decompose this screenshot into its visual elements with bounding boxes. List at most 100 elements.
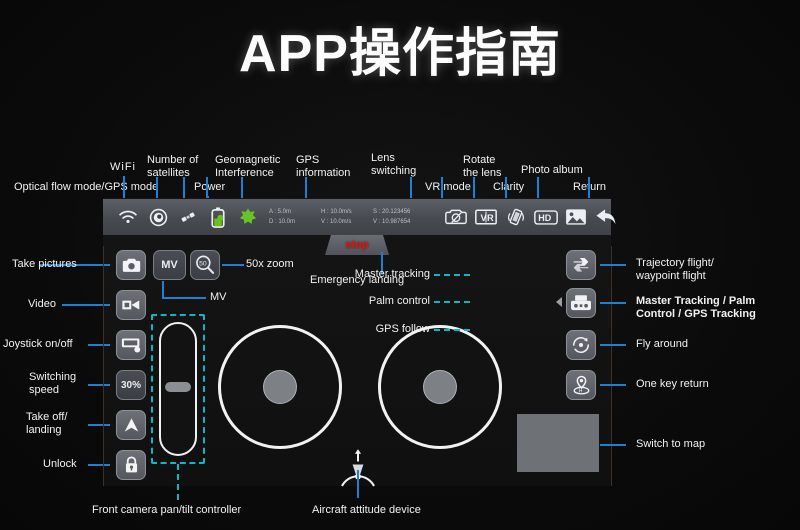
poster-root: APP操作指南 Optical flow mode/GPS mode WiFi … [0, 0, 800, 530]
leader-zoom [222, 264, 244, 266]
pan-tilt-slider-thumb[interactable] [165, 382, 191, 392]
label-video: Video [28, 298, 56, 310]
leader-satellites [183, 177, 185, 199]
label-switch-to-map: Switch to map [636, 438, 706, 450]
panel-expand-caret[interactable] [556, 297, 562, 307]
magnifier-50x-icon: 50 [196, 255, 215, 274]
leader-power2 [206, 177, 208, 199]
leader-mv-h [162, 297, 206, 299]
photo-album-icon[interactable] [561, 202, 591, 232]
rotate-lens-icon[interactable] [501, 202, 531, 232]
map-thumbnail[interactable] [517, 414, 599, 472]
one-key-return-button[interactable]: H [566, 370, 596, 400]
label-number-of-satellites: Number of satellites [147, 154, 199, 179]
leader-joystick [88, 344, 110, 346]
emergency-landing-button[interactable]: stop [325, 235, 389, 255]
leader-fly-around [600, 344, 626, 346]
telemetry-h-speed: H : 10.0m/s [321, 209, 352, 215]
right-gutter-divider [611, 246, 612, 486]
right-joystick-knob[interactable] [423, 370, 457, 404]
label-rotate-the-lens: Rotate the lens [463, 154, 502, 179]
leader-return [588, 177, 590, 199]
label-one-key-return: One key return [636, 378, 709, 390]
label-take-pictures: Take pictures [12, 258, 77, 270]
left-gutter-divider [103, 246, 104, 486]
wifi-icon[interactable] [113, 202, 143, 232]
leader-gps-follow-dashed [434, 329, 470, 331]
label-switching-speed: Switching speed [29, 371, 77, 396]
emergency-landing-label: stop [345, 239, 369, 251]
remote-controller-icon [571, 295, 591, 311]
video-icon [122, 300, 140, 310]
label-wifi: WiFi [110, 161, 136, 173]
label-geomagnetic-interference: Geomagnetic Interference [215, 154, 281, 179]
unlock-button[interactable] [116, 450, 146, 480]
telemetry-latitude: S : 20.123456 [373, 209, 411, 215]
leader-master-tracking-dashed [434, 274, 470, 276]
video-button[interactable] [116, 290, 146, 320]
leader-master-tracking-right [600, 302, 626, 304]
joystick-icon [121, 338, 140, 353]
leader-photo-album [537, 177, 539, 199]
waypoint-icon [573, 258, 589, 272]
leader-attitude-device [357, 470, 359, 498]
svg-text:H: H [578, 389, 582, 395]
battery-icon[interactable] [203, 202, 233, 232]
label-mv: MV [210, 291, 227, 303]
satellite-icon[interactable] [173, 202, 203, 232]
label-trajectory-waypoint-flight: Trajectory flight/ waypoint flight [636, 257, 714, 282]
left-joystick-knob[interactable] [263, 370, 297, 404]
orbit-icon [572, 336, 590, 354]
status-toolbar: A : 5.0m H : 10.0m/s S : 20.123456 D : 1… [103, 199, 616, 235]
label-lens-switching: Lens switching [371, 152, 417, 177]
zoom-button[interactable]: 50 [190, 250, 220, 280]
switching-speed-button[interactable]: 30% [116, 370, 146, 400]
leader-pan-tilt-dashed [177, 464, 179, 500]
up-arrow-icon [124, 417, 138, 432]
page-title: APP操作指南 [239, 25, 561, 83]
label-fly-around: Fly around [636, 338, 688, 350]
camera-icon [122, 258, 140, 272]
take-off-landing-button[interactable] [116, 410, 146, 440]
leader-geomagnetic [241, 177, 243, 199]
leader-take-off-landing [88, 424, 110, 426]
label-photo-album: Photo album [521, 164, 583, 176]
leader-switching-speed [88, 384, 110, 386]
label-joystick-on-off: Joystick on/off [3, 338, 73, 350]
label-optical-flow-gps-mode: Optical flow mode/GPS mode [14, 181, 159, 193]
leader-one-key-return [600, 384, 626, 386]
take-pictures-button[interactable] [116, 250, 146, 280]
label-take-off-landing: Take off/ landing [26, 411, 68, 436]
svg-text:R: R [487, 213, 494, 223]
camera-icon[interactable] [441, 202, 471, 232]
telemetry-altitude: A : 5.0m [269, 209, 292, 215]
mv-button[interactable]: MV [153, 250, 186, 280]
leader-vr-mode [441, 177, 443, 199]
leader-trajectory-flight [600, 264, 626, 266]
label-50x-zoom: 50x zoom [246, 258, 294, 270]
leader-clarity [505, 177, 507, 199]
telemetry-longitude: V : 10.987654 [373, 219, 411, 225]
leader-lens-switching [410, 177, 412, 199]
home-pin-icon: H [573, 375, 589, 395]
master-tracking-palm-gps-button[interactable] [566, 288, 596, 318]
trajectory-waypoint-flight-button[interactable] [566, 250, 596, 280]
leader-rotate-lens [473, 177, 475, 199]
leader-switch-to-map [600, 444, 626, 446]
label-power: Power [194, 181, 226, 193]
label-gps-follow: GPS follow [375, 323, 430, 335]
label-unlock: Unlock [43, 458, 77, 470]
joystick-on-off-button[interactable] [116, 330, 146, 360]
leader-palm-control-dashed [434, 301, 470, 303]
optical-flow-gps-mode-icon[interactable] [143, 202, 173, 232]
hd-clarity-icon[interactable]: HD [531, 202, 561, 232]
fly-around-button[interactable] [566, 330, 596, 360]
return-icon[interactable] [591, 202, 621, 232]
label-vr-mode: VR mode [425, 181, 471, 193]
geomagnetic-interference-icon[interactable] [233, 202, 263, 232]
telemetry-readout: A : 5.0m H : 10.0m/s S : 20.123456 D : 1… [269, 207, 435, 227]
vr-mode-icon[interactable]: V R [471, 202, 501, 232]
leader-gps-information [305, 177, 307, 199]
label-aircraft-attitude-device: Aircraft attitude device [312, 504, 421, 516]
label-palm-control: Palm control [368, 295, 430, 307]
